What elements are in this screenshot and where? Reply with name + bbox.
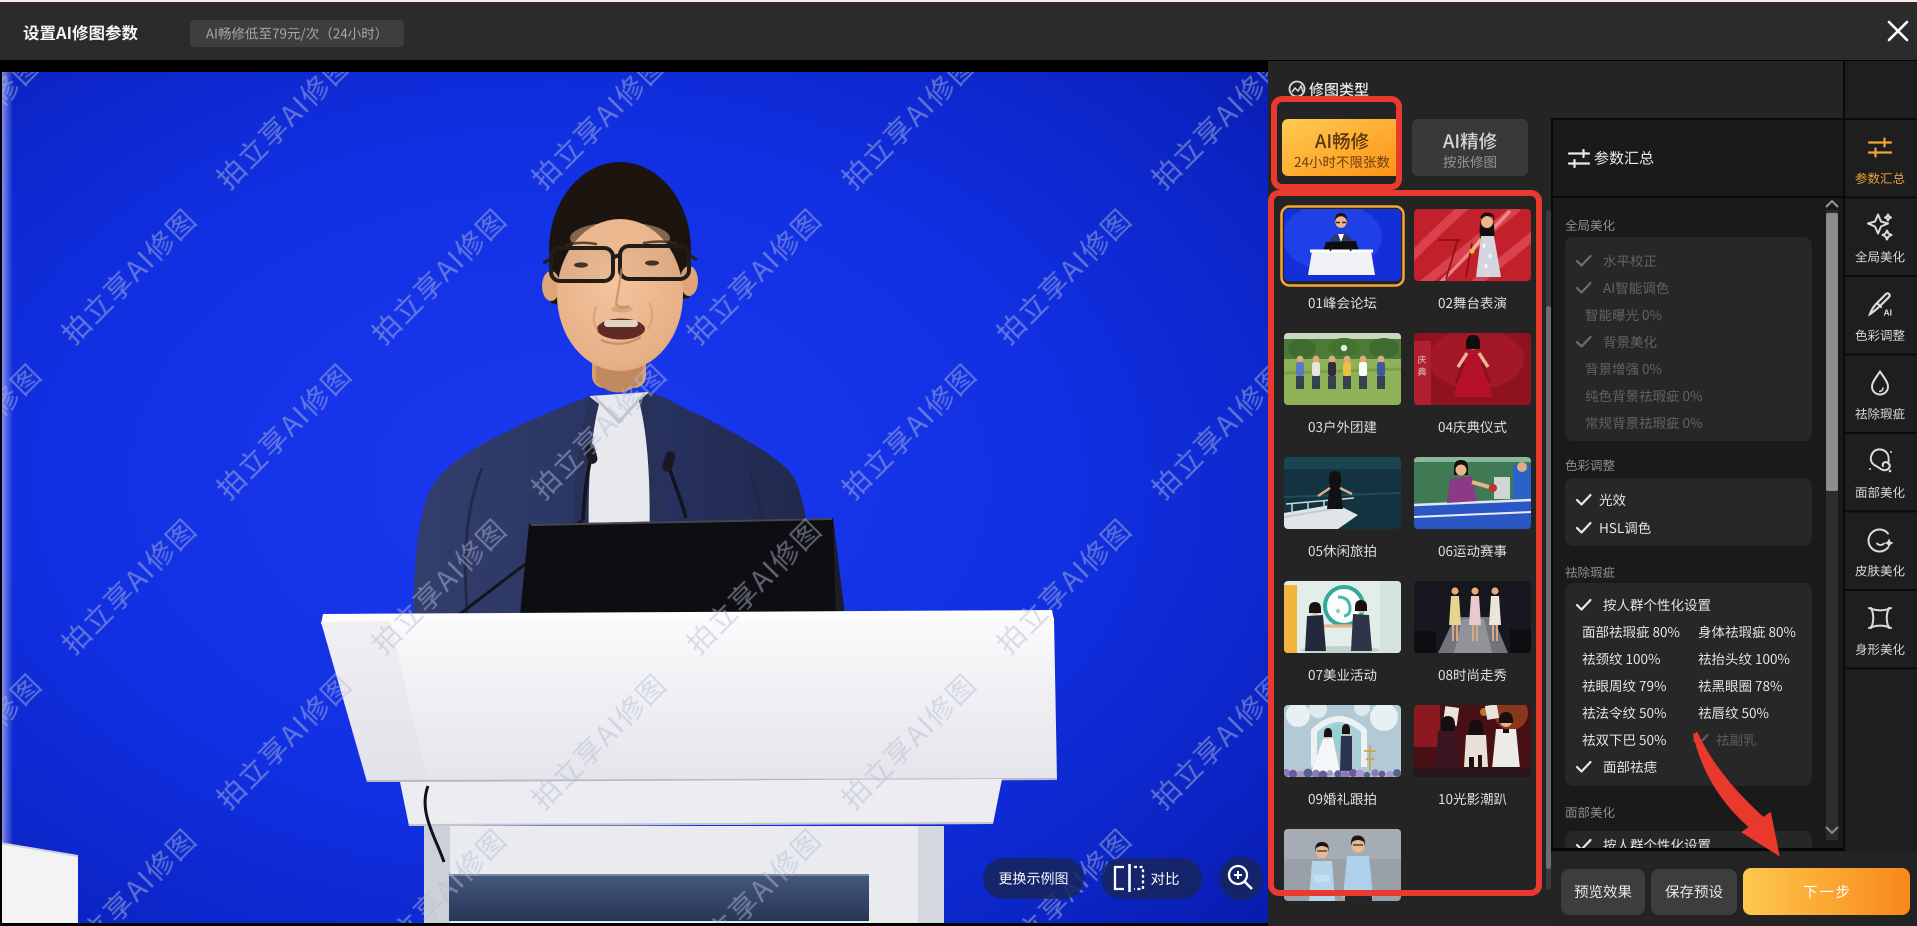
svg-text:AI: AI	[1884, 308, 1893, 318]
